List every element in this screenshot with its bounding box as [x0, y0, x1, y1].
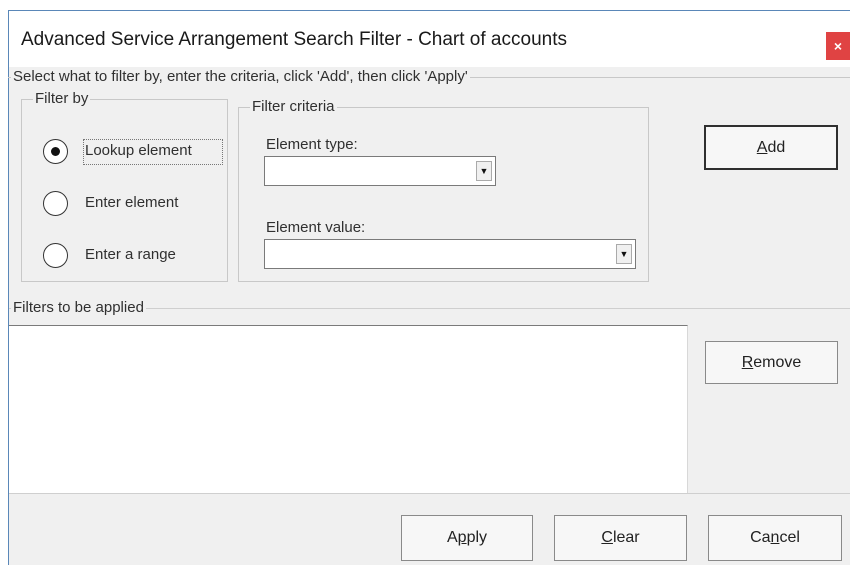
cancel-label-pre: Ca [750, 529, 771, 546]
radio-lookup-element-label[interactable]: Lookup element [85, 142, 192, 159]
apply-button[interactable]: Apply [401, 515, 533, 561]
filters-applied-list[interactable] [9, 325, 688, 493]
remove-label-rest: emove [753, 354, 802, 371]
radio-enter-range-label[interactable]: Enter a range [85, 246, 176, 263]
filter-criteria-legend: Filter criteria [250, 98, 337, 115]
dialog-window: Advanced Service Arrangement Search Filt… [8, 10, 850, 565]
window-title: Advanced Service Arrangement Search Filt… [21, 29, 567, 50]
radio-enter-element-label[interactable]: Enter element [85, 194, 178, 211]
close-icon: × [833, 38, 843, 54]
clear-mnemonic: C [601, 529, 613, 546]
element-value-label: Element value: [266, 219, 366, 236]
clear-button[interactable]: Clear [554, 515, 687, 561]
chevron-down-icon[interactable]: ▼ [476, 161, 492, 181]
add-button[interactable]: Add [704, 125, 838, 170]
radio-enter-element[interactable] [43, 191, 68, 216]
close-button[interactable]: × [826, 32, 850, 60]
filters-applied-legend: Filters to be applied [11, 299, 146, 316]
cancel-button[interactable]: Cancel [708, 515, 842, 561]
remove-mnemonic: R [741, 354, 754, 371]
radio-enter-range[interactable] [43, 243, 68, 268]
element-value-combo[interactable]: ▼ [264, 239, 636, 269]
instructions-text: Select what to filter by, enter the crit… [11, 68, 470, 85]
add-mnemonic: A [756, 139, 768, 156]
title-bar[interactable]: Advanced Service Arrangement Search Filt… [9, 11, 850, 67]
radio-lookup-element[interactable] [43, 139, 68, 164]
add-label-rest: dd [767, 139, 786, 156]
footer-divider [9, 493, 850, 494]
apply-label-pre: A [446, 529, 458, 546]
apply-label-rest: ply [466, 529, 488, 546]
element-type-combo[interactable]: ▼ [264, 156, 496, 186]
remove-button[interactable]: Remove [705, 341, 838, 384]
radio-selected-dot [51, 147, 60, 156]
chevron-down-icon[interactable]: ▼ [616, 244, 632, 264]
element-type-label: Element type: [266, 136, 358, 153]
clear-label-rest: lear [612, 529, 640, 546]
cancel-label-rest: cel [779, 529, 800, 546]
filter-by-legend: Filter by [33, 90, 91, 107]
apply-mnemonic: p [457, 529, 467, 546]
